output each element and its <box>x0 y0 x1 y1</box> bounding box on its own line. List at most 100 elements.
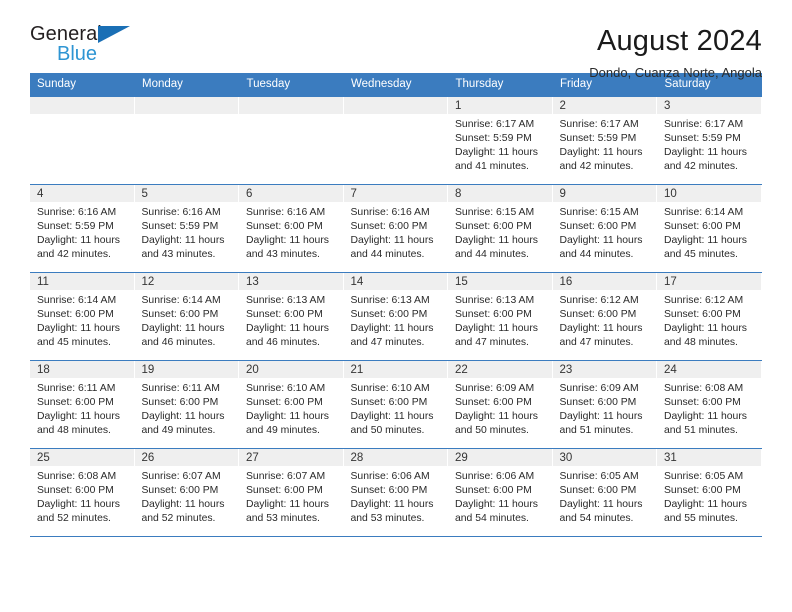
daylight-text-line1: Daylight: 11 hours <box>559 147 643 159</box>
day-details: Sunrise: 6:07 AM Sunset: 6:00 PM Daylight:… <box>135 466 239 526</box>
calendar-day-cell[interactable]: 4 Sunrise: 6:16 AM Sunset: 5:59 PM Daylight… <box>30 184 135 273</box>
sunset-text: Sunset: 6:00 PM <box>37 309 114 321</box>
sunset-text: Sunset: 6:00 PM <box>559 397 637 409</box>
daylight-text-line1: Daylight: 11 hours <box>246 499 329 511</box>
calendar-day-cell[interactable]: 14 Sunrise: 6:13 AM Sunset: 6:00 PM Dayligh… <box>343 272 448 361</box>
calendar-day-cell[interactable]: 26 Sunrise: 6:07 AM Sunset: 6:00 PM Dayligh… <box>134 448 239 537</box>
sunrise-text: Sunrise: 6:08 AM <box>664 383 744 394</box>
calendar-day-cell[interactable]: 5 Sunrise: 6:16 AM Sunset: 5:59 PM Daylight… <box>134 184 239 273</box>
calendar-day-cell[interactable]: 30 Sunrise: 6:05 AM Sunset: 6:00 PM Dayligh… <box>552 448 657 537</box>
calendar-day-cell[interactable]: 31 Sunrise: 6:05 AM Sunset: 6:00 PM Dayligh… <box>657 448 762 537</box>
daylight-text-line1: Daylight: 11 hours <box>246 323 329 335</box>
daylight-text-line1: Daylight: 11 hours <box>350 323 434 335</box>
calendar-day-cell <box>30 96 135 185</box>
calendar-day-cell[interactable]: 12 Sunrise: 6:14 AM Sunset: 6:00 PM Dayligh… <box>134 272 239 361</box>
day-details: Sunrise: 6:10 AM Sunset: 6:00 PM Daylight:… <box>344 378 448 438</box>
day-details: Sunrise: 6:16 AM Sunset: 6:00 PM Daylight:… <box>344 202 448 262</box>
daylight-text-line2: and 51 minutes. <box>664 425 738 437</box>
daylight-text-line2: and 47 minutes. <box>559 337 634 349</box>
sunset-text: Sunset: 6:00 PM <box>246 221 323 233</box>
daylight-text-line1: Daylight: 11 hours <box>350 235 434 247</box>
sunset-text: Sunset: 6:00 PM <box>559 221 637 233</box>
calendar-day-cell[interactable]: 27 Sunrise: 6:07 AM Sunset: 6:00 PM Dayligh… <box>239 448 344 537</box>
daylight-text-line2: and 46 minutes. <box>141 337 216 349</box>
daylight-text-line2: and 52 minutes. <box>141 513 216 525</box>
calendar-day-cell[interactable]: 20 Sunrise: 6:10 AM Sunset: 6:00 PM Dayligh… <box>239 360 344 449</box>
daylight-text-line1: Daylight: 11 hours <box>559 411 643 423</box>
day-details: Sunrise: 6:13 AM Sunset: 6:00 PM Daylight:… <box>239 290 343 350</box>
day-cell-inner: 23 Sunrise: 6:09 AM Sunset: 6:00 PM Dayligh… <box>552 361 658 448</box>
day-details: Sunrise: 6:08 AM Sunset: 6:00 PM Daylight:… <box>657 378 761 438</box>
calendar-day-cell[interactable]: 21 Sunrise: 6:10 AM Sunset: 6:00 PM Dayligh… <box>343 360 449 449</box>
calendar-day-cell[interactable]: 28 Sunrise: 6:06 AM Sunset: 6:00 PM Dayligh… <box>343 448 448 537</box>
daylight-text-line2: and 44 minutes. <box>350 249 425 261</box>
calendar-day-cell[interactable]: 3 Sunrise: 6:17 AM Sunset: 5:59 PM Daylight… <box>657 96 762 185</box>
daylight-text-line1: Daylight: 11 hours <box>559 499 643 511</box>
calendar-day-cell[interactable]: 13 Sunrise: 6:13 AM Sunset: 6:00 PM Dayligh… <box>239 272 344 361</box>
day-number: 24 <box>657 361 761 378</box>
day-number: 27 <box>239 449 343 466</box>
day-details: Sunrise: 6:05 AM Sunset: 6:00 PM Daylight:… <box>553 466 657 526</box>
daylight-text-line2: and 46 minutes. <box>246 337 320 349</box>
day-cell-inner: 21 Sunrise: 6:10 AM Sunset: 6:00 PM Dayligh… <box>343 361 449 448</box>
sunrise-text: Sunrise: 6:11 AM <box>141 383 220 394</box>
day-details: Sunrise: 6:10 AM Sunset: 6:00 PM Daylight:… <box>239 378 343 438</box>
calendar-day-cell[interactable]: 17 Sunrise: 6:12 AM Sunset: 6:00 PM Dayligh… <box>657 272 762 361</box>
calendar-day-cell[interactable]: 2 Sunrise: 6:17 AM Sunset: 5:59 PM Daylight… <box>552 96 657 185</box>
daylight-text-line2: and 45 minutes. <box>664 249 738 261</box>
day-number: 5 <box>134 185 238 202</box>
sunrise-text: Sunrise: 6:10 AM <box>350 383 430 394</box>
calendar-day-cell[interactable]: 15 Sunrise: 6:13 AM Sunset: 6:00 PM Dayligh… <box>448 272 553 361</box>
daylight-text-line1: Daylight: 11 hours <box>246 411 329 423</box>
calendar-day-cell[interactable]: 7 Sunrise: 6:16 AM Sunset: 6:00 PM Daylight… <box>343 184 448 273</box>
calendar-day-cell[interactable]: 10 Sunrise: 6:14 AM Sunset: 6:00 PM Dayligh… <box>657 184 762 273</box>
day-number: 8 <box>448 185 552 202</box>
sunset-text: Sunset: 5:59 PM <box>559 133 637 145</box>
calendar-day-cell <box>134 96 239 185</box>
calendar-day-cell[interactable]: 23 Sunrise: 6:09 AM Sunset: 6:00 PM Dayligh… <box>552 360 658 449</box>
calendar-day-cell[interactable]: 22 Sunrise: 6:09 AM Sunset: 6:00 PM Dayligh… <box>448 360 553 449</box>
sunset-text: Sunset: 6:00 PM <box>559 485 637 497</box>
weekday-header-tuesday: Tuesday <box>239 73 344 97</box>
daylight-text-line2: and 47 minutes. <box>455 337 529 349</box>
calendar-day-cell[interactable]: 29 Sunrise: 6:06 AM Sunset: 6:00 PM Dayligh… <box>448 448 553 537</box>
daylight-text-line2: and 55 minutes. <box>664 513 738 525</box>
calendar-day-cell[interactable]: 19 Sunrise: 6:11 AM Sunset: 6:00 PM Dayligh… <box>134 360 239 449</box>
calendar-day-cell[interactable]: 1 Sunrise: 6:17 AM Sunset: 5:59 PM Daylight… <box>448 96 553 185</box>
day-details: Sunrise: 6:12 AM Sunset: 6:00 PM Daylight:… <box>553 290 657 350</box>
sunrise-text: Sunrise: 6:13 AM <box>246 295 326 306</box>
day-number: 26 <box>134 449 238 466</box>
calendar-day-cell[interactable]: 6 Sunrise: 6:16 AM Sunset: 6:00 PM Daylight… <box>239 184 344 273</box>
sunset-text: Sunset: 6:00 PM <box>455 221 532 233</box>
sunrise-text: Sunrise: 6:13 AM <box>350 295 430 306</box>
daylight-text-line1: Daylight: 11 hours <box>141 499 225 511</box>
daylight-text-line1: Daylight: 11 hours <box>664 411 747 423</box>
day-cell-inner: 9 Sunrise: 6:15 AM Sunset: 6:00 PM Daylight… <box>552 185 658 272</box>
day-number <box>239 97 343 114</box>
day-details: Sunrise: 6:09 AM Sunset: 6:00 PM Daylight:… <box>553 378 657 438</box>
calendar-day-cell[interactable]: 18 Sunrise: 6:11 AM Sunset: 6:00 PM Dayligh… <box>30 360 135 449</box>
daylight-text-line2: and 53 minutes. <box>246 513 320 525</box>
sunset-text: Sunset: 6:00 PM <box>141 309 219 321</box>
calendar-day-cell[interactable]: 24 Sunrise: 6:08 AM Sunset: 6:00 PM Dayligh… <box>657 360 762 449</box>
daylight-text-line1: Daylight: 11 hours <box>246 235 329 247</box>
weekday-header-sunday: Sunday <box>30 73 135 97</box>
calendar-day-cell[interactable]: 11 Sunrise: 6:14 AM Sunset: 6:00 PM Dayligh… <box>30 272 135 361</box>
day-cell-inner <box>30 97 135 184</box>
daylight-text-line2: and 42 minutes. <box>559 161 634 173</box>
daylight-text-line2: and 50 minutes. <box>350 425 425 437</box>
page-title: August 2024 <box>596 25 762 57</box>
day-number: 15 <box>448 273 552 290</box>
sunset-text: Sunset: 6:00 PM <box>664 309 741 321</box>
day-details: Sunrise: 6:17 AM Sunset: 5:59 PM Daylight:… <box>657 114 761 174</box>
calendar-day-cell[interactable]: 8 Sunrise: 6:15 AM Sunset: 6:00 PM Daylight… <box>448 184 553 273</box>
calendar-day-cell[interactable]: 16 Sunrise: 6:12 AM Sunset: 6:00 PM Dayligh… <box>552 272 657 361</box>
daylight-text-line1: Daylight: 11 hours <box>37 411 120 423</box>
day-details: Sunrise: 6:17 AM Sunset: 5:59 PM Daylight:… <box>553 114 657 174</box>
sunrise-text: Sunrise: 6:11 AM <box>37 383 116 394</box>
sunrise-text: Sunrise: 6:05 AM <box>664 471 744 482</box>
calendar-day-cell[interactable]: 25 Sunrise: 6:08 AM Sunset: 6:00 PM Dayligh… <box>30 448 135 537</box>
calendar-day-cell[interactable]: 9 Sunrise: 6:15 AM Sunset: 6:00 PM Daylight… <box>552 184 658 273</box>
sunrise-text: Sunrise: 6:17 AM <box>664 119 744 130</box>
sunset-text: Sunset: 6:00 PM <box>664 485 741 497</box>
